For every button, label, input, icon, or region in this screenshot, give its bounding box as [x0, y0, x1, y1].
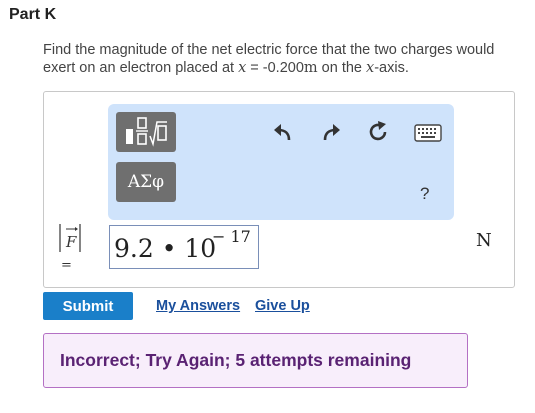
question-text: Find the magnitude of the net electric f… [43, 41, 513, 77]
keyboard-icon [414, 124, 442, 142]
symbols-button[interactable]: ΑΣφ [116, 162, 176, 202]
answer-exponent: − 17 [212, 227, 251, 246]
answer-label: F = [58, 222, 82, 274]
answer-mantissa: 9.2 • 10 [114, 234, 217, 263]
math-toolbar: ΑΣφ ? [108, 104, 454, 220]
question-axis-variable: x [366, 60, 375, 76]
force-variable: F [65, 233, 77, 251]
question-text-after: -axis. [374, 60, 409, 76]
answer-input[interactable]: 9.2 • 10 − 17 [109, 225, 259, 269]
answer-box: ΑΣφ ? F = 9.2 • 10 − 17 N [43, 91, 515, 288]
part-title: Part K [9, 6, 57, 23]
templates-icon [126, 117, 167, 147]
help-button[interactable]: ? [420, 184, 429, 204]
give-up-link[interactable]: Give Up [255, 298, 310, 314]
equals-sign: = [61, 258, 72, 273]
reset-button[interactable] [366, 120, 390, 144]
submit-button[interactable]: Submit [43, 292, 133, 320]
question-text-middle: on the [317, 60, 367, 76]
my-answers-link[interactable]: My Answers [156, 298, 240, 314]
keyboard-button[interactable] [414, 124, 442, 142]
reset-icon [369, 121, 387, 141]
undo-button[interactable] [272, 122, 294, 144]
answer-unit: N [476, 230, 492, 251]
question-equals: = -0.200 [246, 60, 304, 76]
templates-button[interactable] [116, 112, 176, 152]
redo-icon [323, 124, 340, 141]
redo-button[interactable] [320, 122, 342, 144]
feedback-message: Incorrect; Try Again; 5 attempts remaini… [43, 333, 468, 388]
force-magnitude-label: F = [59, 224, 81, 273]
question-unit: m [303, 60, 318, 76]
undo-icon [274, 124, 291, 141]
